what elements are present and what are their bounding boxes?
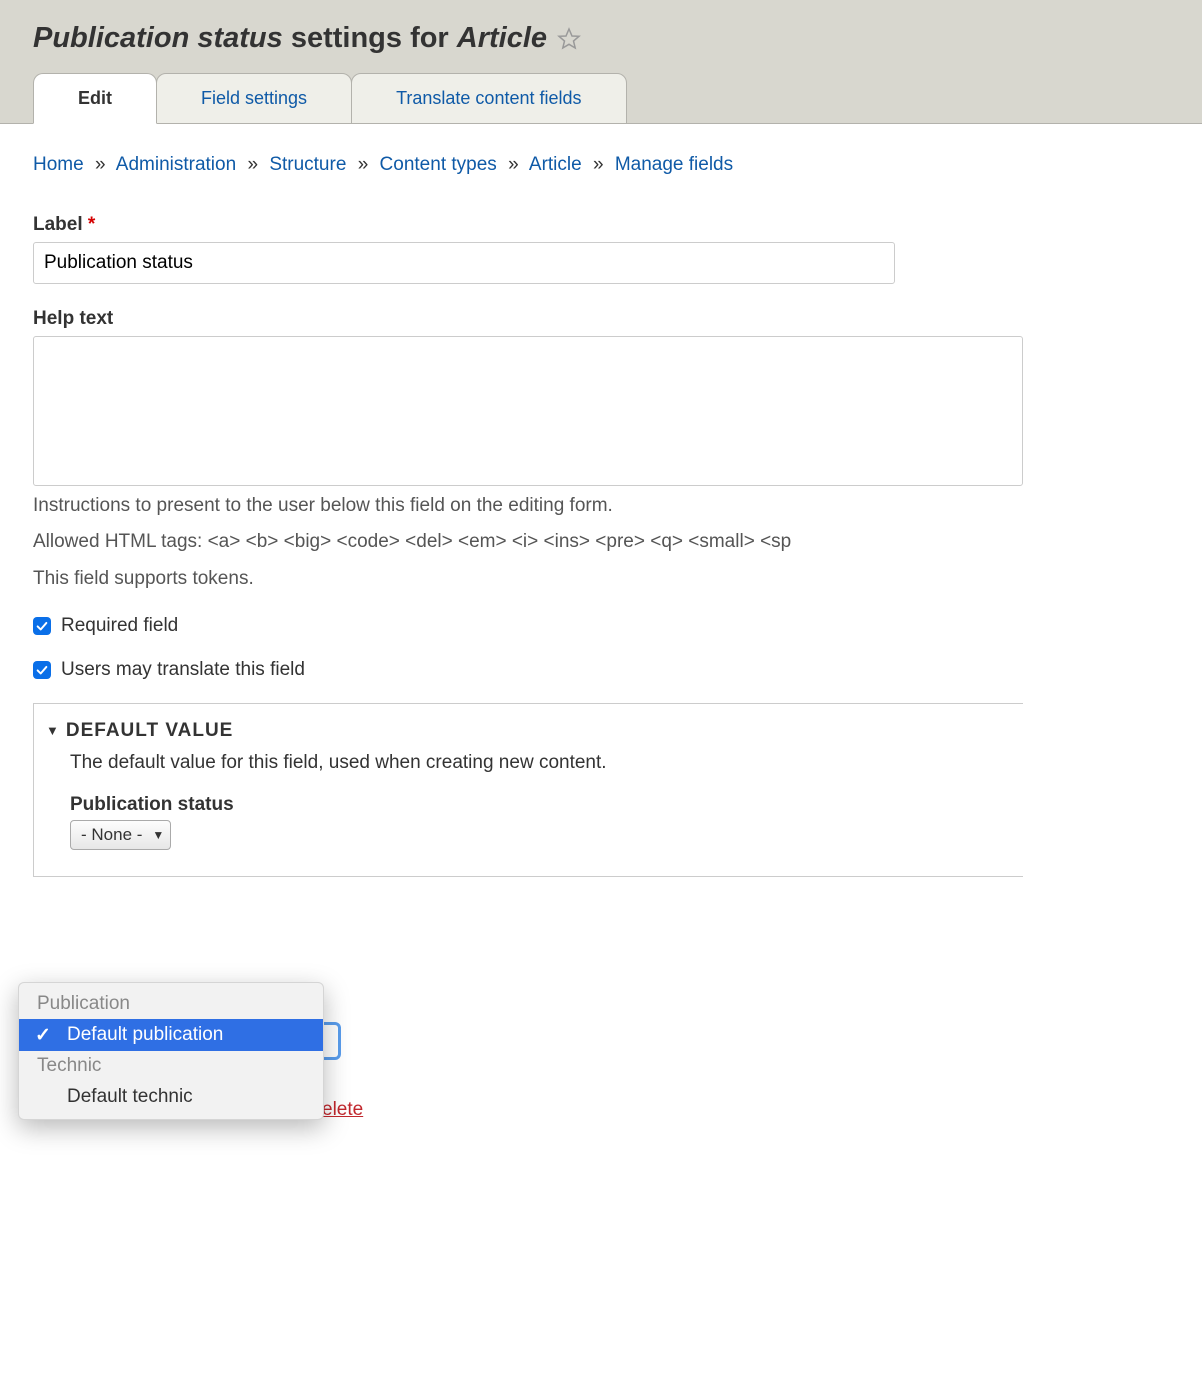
dropdown-group-publication: Publication [19,989,323,1019]
default-value-label: Publication status [70,794,987,816]
tab-field-settings[interactable]: Field settings [156,73,352,124]
required-checkbox-label: Required field [61,615,178,637]
default-value-fieldset: ▼ DEFAULT VALUE The default value for th… [33,703,1023,877]
crumb-content-types[interactable]: Content types [380,154,497,175]
label-input[interactable] [33,242,895,284]
collapse-icon: ▼ [46,723,60,738]
page-title: Publication status settings for Article [0,22,1202,73]
delete-link[interactable]: elete [322,1099,363,1121]
fieldset-legend[interactable]: ▼ DEFAULT VALUE [34,720,1023,752]
tab-edit[interactable]: Edit [33,73,157,124]
star-icon[interactable] [557,27,581,51]
dropdown-option-default-technic[interactable]: Default technic [19,1081,323,1113]
workflow-dropdown: Publication Default publication Technic … [18,982,324,1120]
help-desc-line3: This field supports tokens. [33,563,1202,595]
default-value-select[interactable]: - None - ▼ [70,820,171,850]
tabs: Edit Field settings Translate content fi… [0,73,1202,124]
dropdown-group-technic: Technic [19,1051,323,1081]
tab-translate[interactable]: Translate content fields [351,73,626,124]
crumb-manage-fields[interactable]: Manage fields [615,154,733,175]
required-checkbox[interactable] [33,617,51,635]
dropdown-option-default-publication[interactable]: Default publication [19,1019,323,1051]
title-type-name: Article [457,22,547,54]
help-desc-line1: Instructions to present to the user belo… [33,490,1202,522]
fieldset-description: The default value for this field, used w… [70,752,987,774]
title-field-name: Publication status [33,22,283,54]
required-marker: * [88,214,95,235]
label-field-label: Label * [33,214,1202,236]
help-text-label: Help text [33,308,1202,330]
help-text-input[interactable] [33,336,1023,486]
crumb-article[interactable]: Article [529,154,582,175]
crumb-structure[interactable]: Structure [269,154,346,175]
translate-checkbox-label: Users may translate this field [61,659,305,681]
crumb-home[interactable]: Home [33,154,84,175]
crumb-admin[interactable]: Administration [116,154,236,175]
title-mid: settings for [283,22,457,54]
select-value: - None - [81,825,142,845]
help-desc-line2: Allowed HTML tags: <a> <b> <big> <code> … [33,526,1202,558]
translate-checkbox[interactable] [33,661,51,679]
breadcrumb: Home » Administration » Structure » Cont… [33,154,1202,176]
chevron-down-icon: ▼ [152,828,164,842]
